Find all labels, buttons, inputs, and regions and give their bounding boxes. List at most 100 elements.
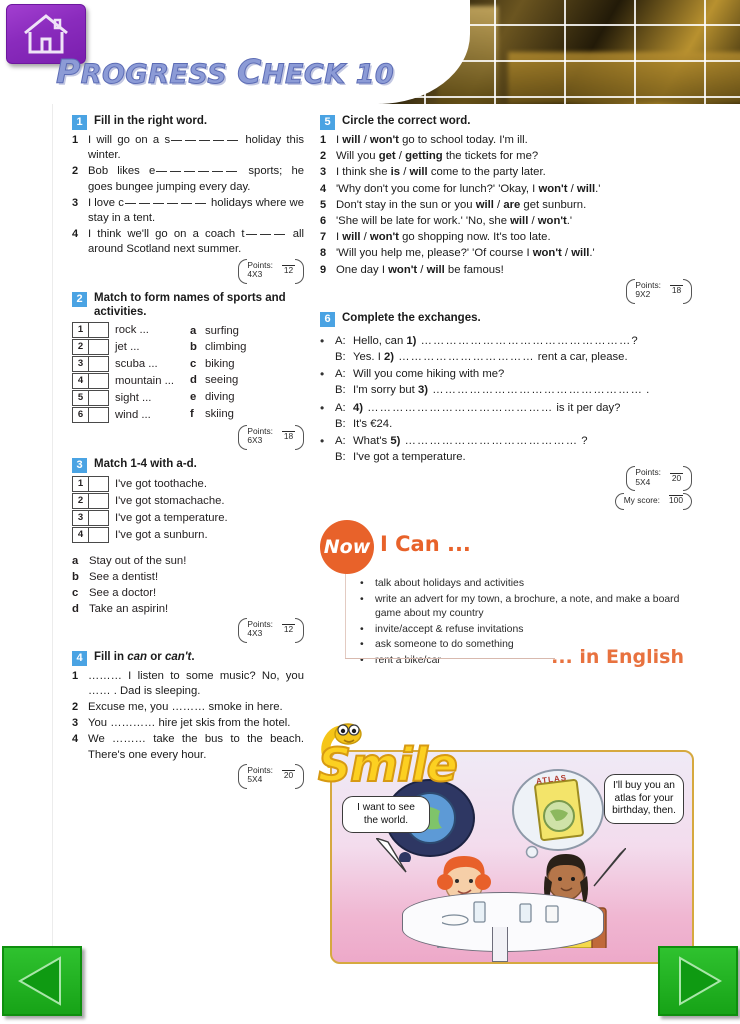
option-text: surfing [205,324,239,337]
question-number: 9 [320,263,327,276]
question-number: 7 [320,231,327,244]
answer-option[interactable]: won't [370,231,399,243]
answer-option[interactable]: will [571,247,589,259]
match-answer-box[interactable] [89,338,109,355]
answer-option[interactable]: won't [533,247,562,259]
now-i-can-text: write an advert for my town, a brochure,… [375,593,680,619]
question-row[interactable]: 3 You ………… hire jet skis from the hotel. [72,716,304,731]
question-number: 3 [72,717,79,730]
title-pre: Fill in [94,650,128,663]
answer-option[interactable]: get [379,150,396,162]
match-row[interactable]: 2 I've got stomachache. [72,492,304,509]
answer-option[interactable]: will [342,231,360,243]
option-row: c biking [190,356,304,373]
question-row[interactable]: 2 Will you get / getting the tickets for … [320,149,692,164]
dialogue-text[interactable]: I'm sorry but 3) …………………………………………… . [353,382,692,398]
dialogue-line: B: It's €24. [335,416,692,432]
dialogue-text[interactable]: It's €24. [353,416,692,432]
answer-option[interactable]: is [391,166,400,178]
question-row[interactable]: 6 'She will be late for work.' 'No, she w… [320,214,692,229]
match-answer-box[interactable] [89,372,109,389]
dialogue-text[interactable]: Hello, can 1) ……………………………………………? [353,333,692,349]
option-row: d seeing [190,372,304,389]
match-row[interactable]: 4 I've got a sunburn. [72,526,304,543]
dialogue-text[interactable]: What's 5) …………………………………… ? [353,433,692,449]
match-row[interactable]: 5 sight ... [72,389,190,406]
match-answer-box[interactable] [89,321,109,338]
option-letter: c [190,357,197,370]
answer-option[interactable]: will [427,264,445,276]
answer-option[interactable]: will [342,134,360,146]
answer-option[interactable]: will [476,199,494,211]
question-row[interactable]: 8 'Will you help me, please?' 'Of course … [320,246,692,261]
answer-option[interactable]: will [409,166,427,178]
sentence-part: come to the party later. [427,166,546,179]
answer-option[interactable]: are [503,199,520,211]
answer-option[interactable]: will [510,215,528,227]
question-row[interactable]: 1 ……… I listen to some music? No, you ……… [72,669,304,699]
dialogue-text[interactable]: I've got a temperature. [353,449,692,465]
previous-page-button[interactable] [2,946,82,1016]
title-number: 10 [355,59,395,91]
speaker-label: B: [335,384,346,397]
bullet-icon: • [320,367,325,382]
match-number: 2 [72,338,89,355]
match-answer-box[interactable] [89,475,109,492]
dialogue-text[interactable]: Will you come hiking with me? [353,366,692,382]
match-row[interactable]: 2 jet ... [72,338,190,355]
question-row[interactable]: 4 We ……… take the bus to the beach. Ther… [72,732,304,762]
question-text[interactable]: I think we'll go on a coach t all around… [88,227,304,257]
question-row[interactable]: 4 'Why don't you come for lunch?' 'Okay, … [320,182,692,197]
now-i-can-text: rent a bike/car [375,654,441,666]
match-number: 1 [72,321,89,338]
dialogue-text[interactable]: 4) ……………………………………… is it per day? [353,400,692,416]
match-row[interactable]: 6 wind ... [72,406,190,423]
question-text[interactable]: I love c holidays where we stay in a ten… [88,196,304,226]
answer-option[interactable]: won't [370,134,399,146]
margin-rule [52,104,53,964]
question-row[interactable]: 7 I will / won't go shopping now. It's to… [320,230,692,245]
answer-option[interactable]: won't [388,264,417,276]
question-text: I will / won't go shopping now. It's too… [336,230,692,245]
match-answer-box[interactable] [89,406,109,423]
match-answer-box[interactable] [89,355,109,372]
question-text[interactable]: I will go on a s holiday this winter. [88,133,304,163]
question-row[interactable]: 1 I will / won't go to school today. I'm … [320,133,692,148]
match-answer-box[interactable] [89,492,109,509]
speech-tail-left [376,838,407,873]
match-row[interactable]: 1 rock ... [72,321,190,338]
speaker-label: B: [335,351,346,364]
exercise-3: 3 Match 1-4 with a-d. 1 I've got toothac… [72,457,304,643]
question-text: I think she is / will come to the party … [336,165,692,180]
next-page-button[interactable] [658,946,738,1016]
question-number: 2 [72,165,79,178]
title-progress: ROGRESS [80,59,228,91]
points-total: 12 [282,264,295,275]
option-text: See a doctor! [89,586,157,599]
answer-option[interactable]: won't [538,215,567,227]
match-answer-box[interactable] [89,509,109,526]
question-number: 5 [320,198,327,211]
match-answer-box[interactable] [89,526,109,543]
match-row[interactable]: 3 I've got a temperature. [72,509,304,526]
points-total: 20 [282,770,295,781]
question-number: 1 [72,134,79,146]
answer-option[interactable]: will [577,183,595,195]
title-mid: or [147,650,165,663]
sentence-part: / [360,134,370,146]
question-row[interactable]: 9 One day I won't / will be famous! [320,263,692,278]
question-row[interactable]: 2 Excuse me, you ……… smoke in here. [72,700,304,715]
question-number: 1 [320,134,327,146]
dialogue-text[interactable]: Yes. I 2) …………………………… rent a car, please… [353,349,692,365]
dialogue-line: A: Will you come hiking with me? [335,366,692,382]
question-row[interactable]: 3 I think she is / will come to the party… [320,165,692,180]
answer-option[interactable]: won't [538,183,567,195]
question-text[interactable]: Bob likes e sports; he goes bungee jumpi… [88,164,304,194]
match-answer-box[interactable] [89,389,109,406]
exercise-1: 1 Fill in the right word. 1 I will go on… [72,114,304,284]
match-row[interactable]: 3 scuba ... [72,355,190,372]
answer-option[interactable]: getting [405,150,443,162]
match-row[interactable]: 4 mountain ... [72,372,190,389]
match-row[interactable]: 1 I've got toothache. [72,475,304,492]
question-row[interactable]: 5 Don't stay in the sun or you will / are… [320,198,692,213]
